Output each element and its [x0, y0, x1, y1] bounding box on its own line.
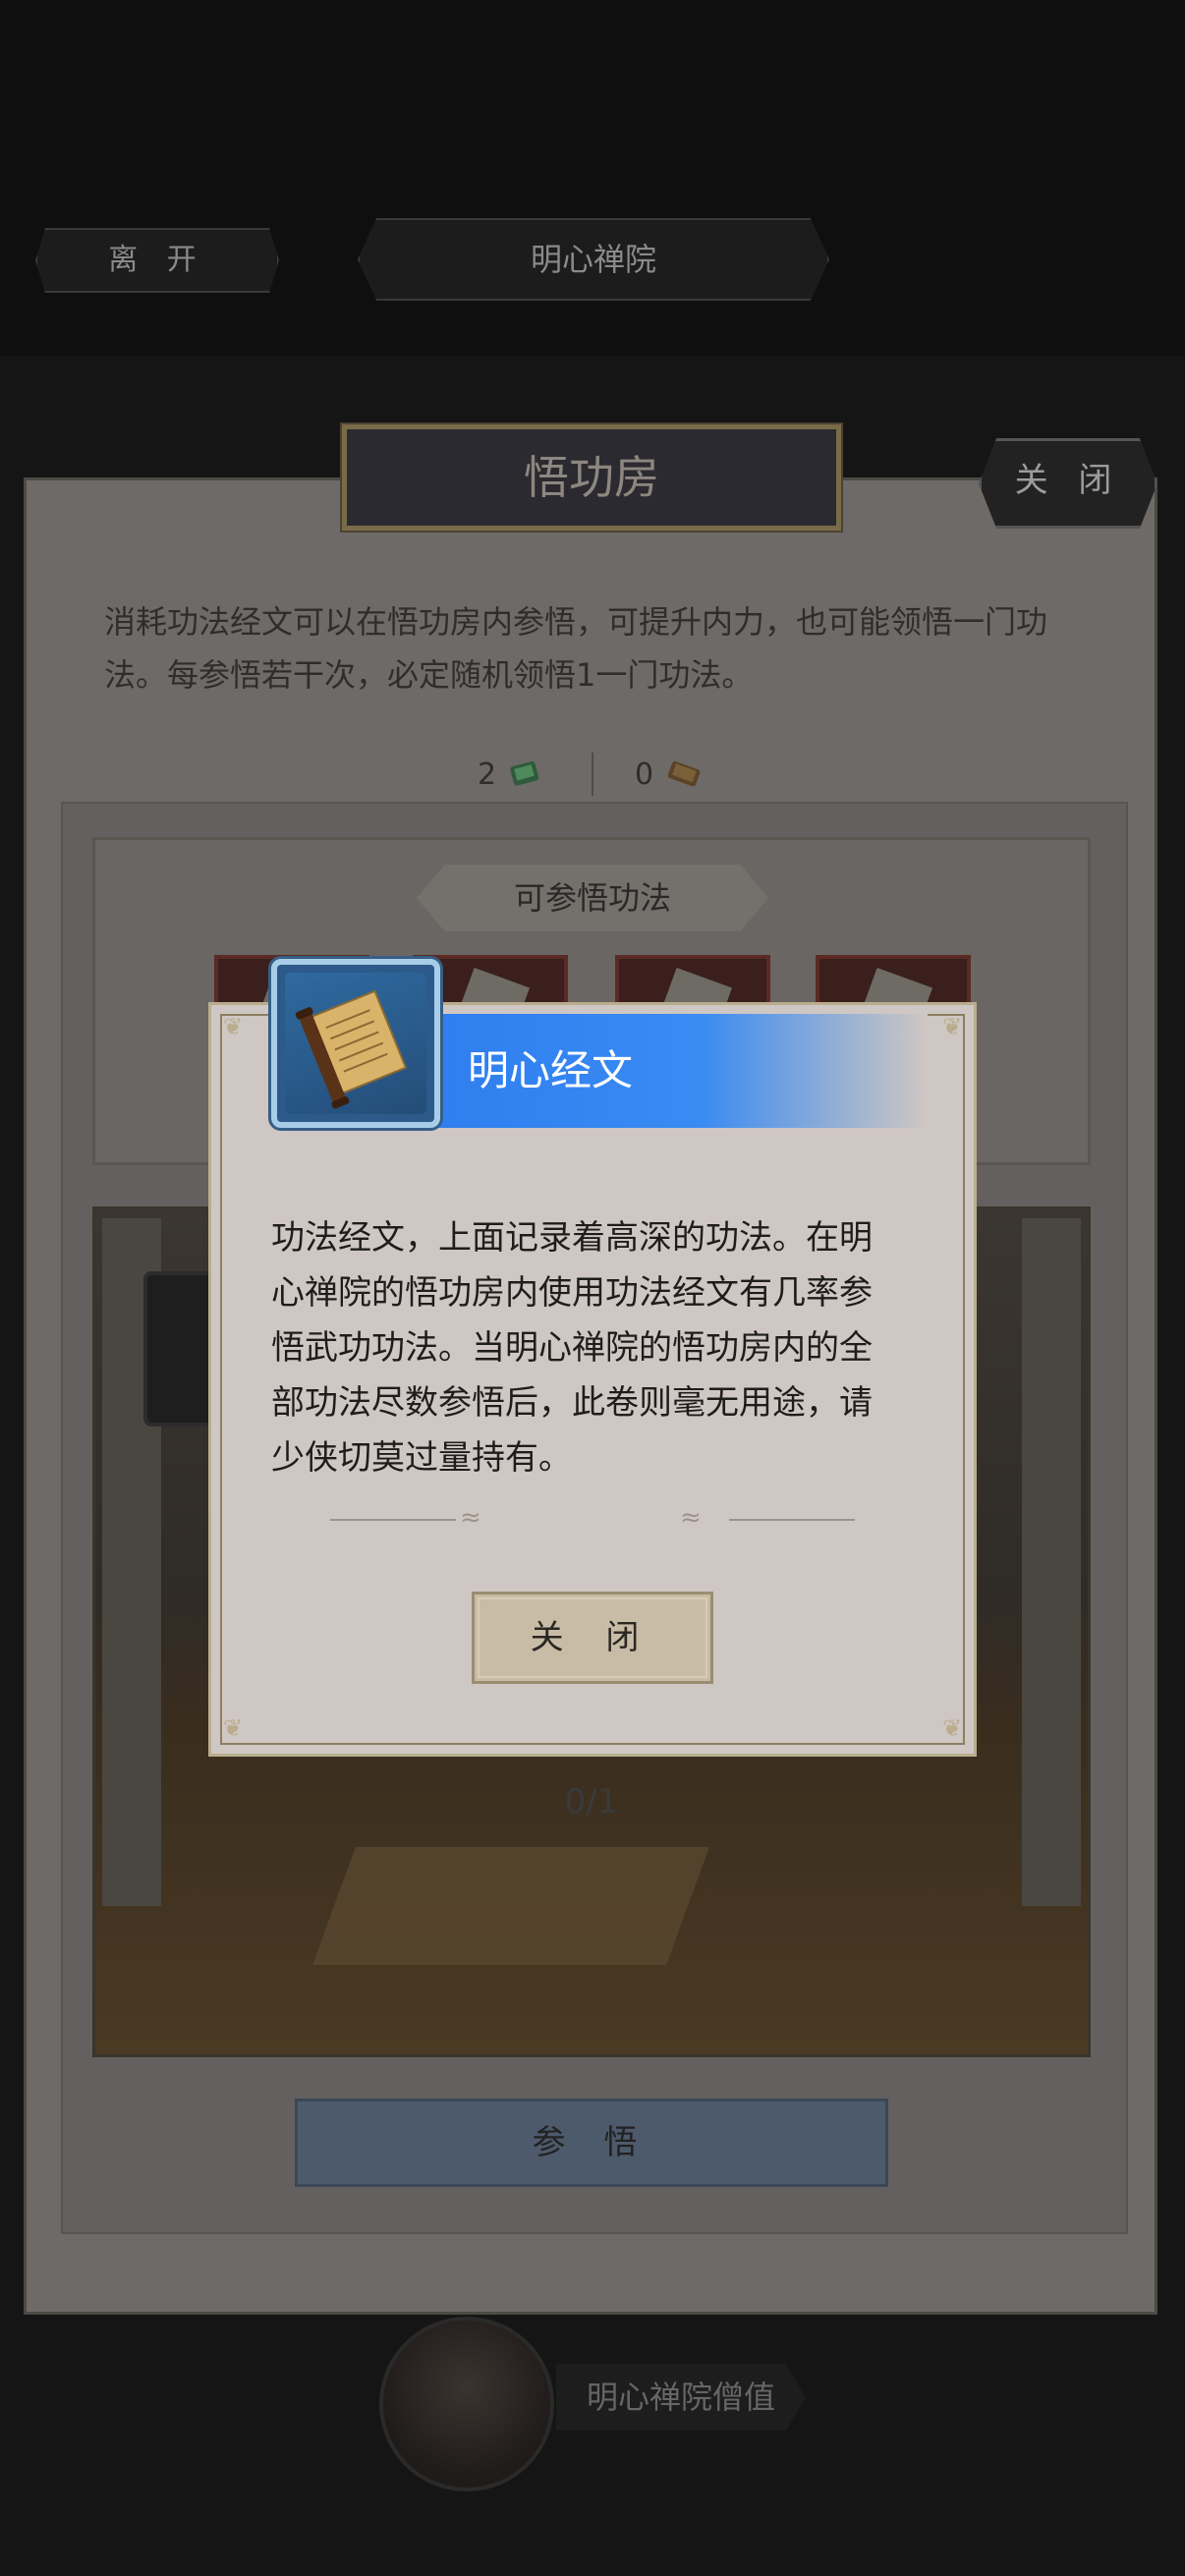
- scroll-icon: [295, 989, 408, 1109]
- corner-ornament: ❦: [222, 1714, 244, 1742]
- divider-flourish: [330, 1519, 456, 1521]
- corner-ornament: ❦: [222, 1013, 244, 1040]
- item-icon-background: [285, 973, 426, 1114]
- flourish-ornament: ≈: [680, 1503, 702, 1533]
- corner-ornament: ❦: [941, 1013, 963, 1040]
- divider-flourish: [729, 1519, 855, 1521]
- dialog-title: 明心经文: [468, 1046, 634, 1094]
- corner-ornament: ❦: [941, 1714, 963, 1742]
- flourish-ornament: ≈: [460, 1503, 481, 1533]
- dialog-description: 功法经文，上面记录着高深的功法。在明心禅院的悟功房内使用功法经文有几率参悟武功功…: [271, 1218, 873, 1478]
- dialog-close-button[interactable]: 关 闭: [472, 1592, 713, 1684]
